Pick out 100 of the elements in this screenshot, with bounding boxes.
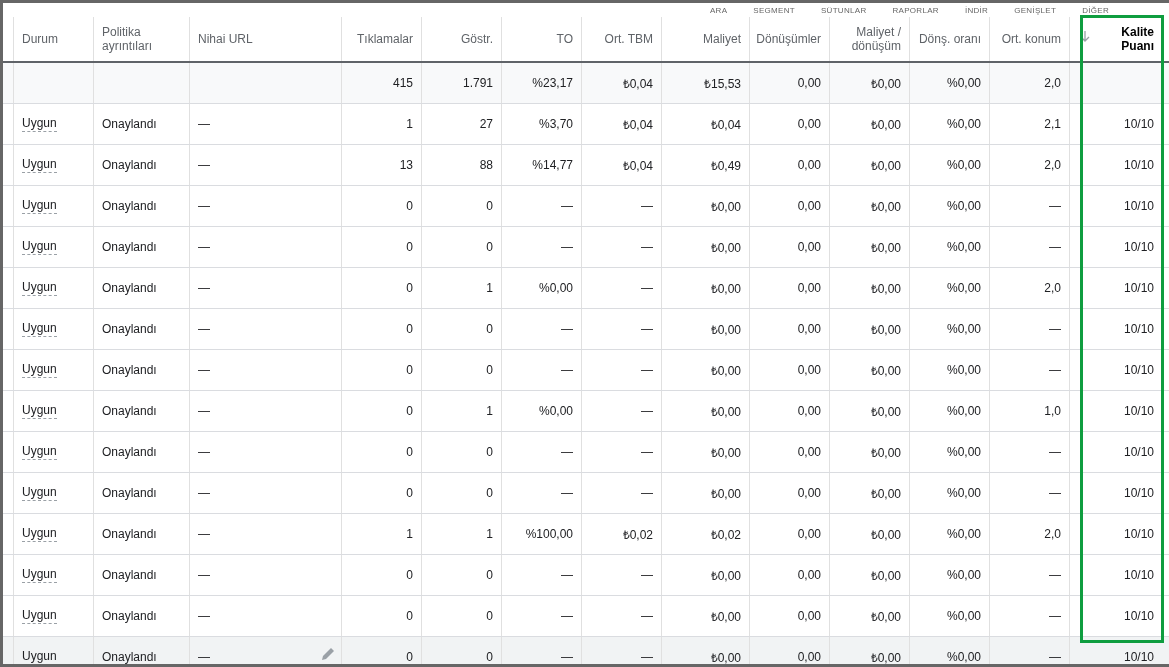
toolbar-button[interactable]: RAPORLAR <box>892 5 939 15</box>
total-cell-text: ₺0,00 <box>870 75 901 92</box>
status-text[interactable]: Uygun <box>22 403 57 419</box>
column-header[interactable]: Kalite Puanı <box>1069 17 1162 61</box>
table-cell: 10/10 <box>1123 609 1154 623</box>
table-cell-text: ₺0,00 <box>870 526 901 543</box>
table-cell-text: ₺0,02 <box>710 526 741 543</box>
status-text[interactable]: Uygun <box>22 608 57 624</box>
table-cell: Onaylandı <box>102 609 157 623</box>
table-cell: %0,00 <box>538 404 573 418</box>
status-text[interactable]: Uygun <box>22 526 57 542</box>
status-text[interactable]: Uygun <box>22 649 57 664</box>
total-cell: 2,0 <box>1044 76 1061 90</box>
table-cell: %0,00 <box>946 363 981 377</box>
column-header[interactable]: Dönüşümler <box>749 17 829 61</box>
table-cell: — <box>198 322 210 336</box>
table-cell: — <box>641 445 653 459</box>
toolbar-button[interactable]: SÜTUNLAR <box>820 5 867 15</box>
column-header[interactable]: Politika ayrıntıları <box>93 17 189 61</box>
table-cell: %0,00 <box>946 568 981 582</box>
column-header[interactable]: Maliyet / dönüşüm <box>829 17 909 61</box>
column-header[interactable]: Dönş. oranı <box>909 17 989 61</box>
table-cell: 0,00 <box>797 650 821 664</box>
table-cell: Onaylandı <box>102 199 157 213</box>
status-text[interactable]: Uygun <box>22 444 57 460</box>
table-cell: 0,00 <box>797 281 821 295</box>
table-cell: — <box>641 650 653 664</box>
status-text[interactable]: Uygun <box>22 485 57 501</box>
toolbar-button[interactable]: DİĞER <box>1082 5 1109 15</box>
table-cell: %0,00 <box>946 650 981 664</box>
column-header[interactable]: Ort. konum <box>989 17 1069 61</box>
column-header[interactable]: Durum <box>13 17 93 61</box>
column-header[interactable]: TO <box>501 17 581 61</box>
table-cell: 0 <box>486 445 493 459</box>
toolbar-button[interactable]: İNDİR <box>964 5 989 15</box>
table-cell: 0 <box>406 609 413 623</box>
status-text[interactable]: Uygun <box>22 567 57 583</box>
table-cell-text: ₺0,00 <box>710 444 741 461</box>
table-cell: 10/10 <box>1123 117 1154 131</box>
table-cell: Onaylandı <box>102 158 157 172</box>
table-cell: — <box>198 609 210 623</box>
table-cell: — <box>1049 240 1061 254</box>
status-text[interactable]: Uygun <box>22 321 57 337</box>
table-cell: 0 <box>486 568 493 582</box>
table-cell: — <box>641 363 653 377</box>
table-cell-text: ₺0,49 <box>710 157 741 174</box>
table-cell: %3,70 <box>538 117 573 131</box>
table-cell: 0 <box>406 322 413 336</box>
table-cell-text: ₺0,00 <box>710 649 741 664</box>
table-cell: 13 <box>399 158 413 172</box>
status-text[interactable]: Uygun <box>22 280 57 296</box>
status-text[interactable]: Uygun <box>22 362 57 378</box>
table-cell: — <box>1049 199 1061 213</box>
table-cell: 0,00 <box>797 363 821 377</box>
table-cell: 0 <box>486 363 493 377</box>
table-cell: — <box>198 281 210 295</box>
column-header[interactable]: Maliyet <box>661 17 749 61</box>
total-cell-text: ₺15,53 <box>703 75 741 92</box>
table-cell: 0 <box>486 199 493 213</box>
toolbar-button[interactable]: SEGMENT <box>753 5 795 15</box>
table-cell: 0 <box>486 609 493 623</box>
table-cell: 10/10 <box>1123 158 1154 172</box>
toolbar-button[interactable]: ARA <box>709 5 728 15</box>
table-cell: 2,0 <box>1044 158 1061 172</box>
table-cell: — <box>198 527 210 541</box>
table-cell: %0,00 <box>946 445 981 459</box>
column-header[interactable]: Ort. TBM <box>581 17 661 61</box>
table-cell: — <box>198 363 210 377</box>
table-cell: — <box>641 609 653 623</box>
table-cell: Onaylandı <box>102 117 157 131</box>
status-text[interactable]: Uygun <box>22 116 57 132</box>
table-cell-text: ₺0,00 <box>870 280 901 297</box>
table-cell: — <box>198 158 210 172</box>
column-header[interactable]: Tıklamalar <box>341 17 421 61</box>
status-text[interactable]: Uygun <box>22 239 57 255</box>
table-cell: — <box>561 445 573 459</box>
status-text[interactable]: Uygun <box>22 198 57 214</box>
toolbar-button[interactable]: GENİŞLET <box>1014 5 1057 15</box>
table-cell: — <box>1049 650 1061 664</box>
table-cell: — <box>561 486 573 500</box>
table-cell: 10/10 <box>1123 568 1154 582</box>
table-cell: %0,00 <box>538 281 573 295</box>
status-text[interactable]: Uygun <box>22 157 57 173</box>
table-cell: — <box>561 322 573 336</box>
table-cell: 10/10 <box>1123 650 1154 664</box>
table-cell-text: ₺0,00 <box>710 403 741 420</box>
table-cell: 2,1 <box>1044 117 1061 131</box>
table-cell: %0,00 <box>946 404 981 418</box>
table-cell: %0,00 <box>946 199 981 213</box>
table-cell: 0 <box>486 240 493 254</box>
table-cell: — <box>641 486 653 500</box>
table-cell: — <box>641 240 653 254</box>
table-cell: — <box>641 281 653 295</box>
table-cell: — <box>1049 363 1061 377</box>
table-cell: — <box>198 117 210 131</box>
column-header[interactable]: Nihai URL <box>189 17 341 61</box>
table-cell-text: ₺0,00 <box>710 239 741 256</box>
table-cell: %0,00 <box>946 609 981 623</box>
total-cell: 0,00 <box>797 76 821 90</box>
column-header[interactable]: Göstr. <box>421 17 501 61</box>
